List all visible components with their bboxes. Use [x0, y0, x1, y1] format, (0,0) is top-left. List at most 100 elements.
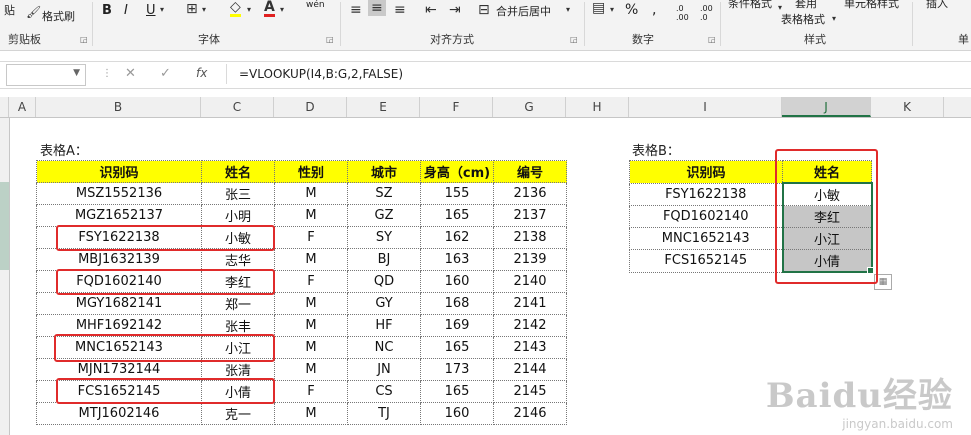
align-left-icon[interactable]: ≡ — [350, 2, 362, 18]
decrease-decimal-button[interactable]: .00 .0 — [700, 4, 720, 22]
table-a-cell[interactable]: 169 — [420, 314, 494, 337]
chevron-down-icon[interactable]: ▾ — [280, 5, 284, 14]
column-header-c[interactable]: C — [201, 97, 274, 117]
table-a-cell[interactable]: 165 — [420, 336, 494, 359]
table-a-cell[interactable]: M — [274, 336, 348, 359]
table-a-cell[interactable]: MSZ1552136 — [36, 182, 202, 205]
table-b-cell[interactable]: FQD1602140 — [629, 205, 783, 228]
select-all-corner[interactable] — [0, 97, 9, 117]
table-a-cell[interactable]: CS — [347, 380, 421, 403]
table-a-header-cell[interactable]: 姓名 — [201, 160, 275, 183]
table-a-cell[interactable]: 165 — [420, 204, 494, 227]
insert-function-button[interactable]: fx — [196, 66, 207, 80]
clipboard-launcher-icon[interactable]: ◲ — [80, 35, 88, 44]
table-a-cell[interactable]: TJ — [347, 402, 421, 425]
increase-indent-icon[interactable]: ⇥ — [449, 2, 461, 18]
currency-icon[interactable]: ▤ — [592, 0, 605, 16]
table-b-cell[interactable]: FSY1622138 — [629, 182, 783, 206]
table-a-cell[interactable]: 2143 — [493, 336, 567, 359]
table-a-header-cell[interactable]: 城市 — [347, 160, 421, 183]
table-b-cell[interactable]: FCS1652145 — [629, 249, 783, 273]
table-a-cell[interactable]: 2146 — [493, 402, 567, 425]
font-color-icon[interactable]: A — [264, 0, 275, 17]
table-a-cell[interactable]: NC — [347, 336, 421, 359]
table-a-cell[interactable]: M — [274, 182, 348, 205]
column-header-g[interactable]: G — [493, 97, 566, 117]
decrease-indent-icon[interactable]: ⇤ — [425, 2, 437, 18]
table-a-cell[interactable]: M — [274, 204, 348, 227]
table-a-cell[interactable]: SY — [347, 226, 421, 249]
table-a-cell[interactable]: 163 — [420, 248, 494, 271]
table-b-cell[interactable]: MNC1652143 — [629, 227, 783, 250]
table-a-cell[interactable]: 160 — [420, 402, 494, 425]
cancel-icon[interactable]: ✕ — [125, 66, 136, 81]
table-a-cell[interactable]: GY — [347, 292, 421, 315]
table-a-cell[interactable]: 2139 — [493, 248, 567, 271]
table-a-cell[interactable]: F — [274, 226, 348, 249]
formula-input[interactable]: =VLOOKUP(I4,B:G,2,FALSE) — [226, 64, 971, 84]
chevron-down-icon[interactable]: ▼ — [73, 68, 80, 78]
conditional-format-button[interactable]: 条件格式 — [728, 0, 772, 11]
worksheet-grid[interactable]: 表格A： 识别码 姓名 性别 城市 身高（cm) 编号 MSZ1552136 张三 M SZ 155… — [0, 118, 971, 435]
table-a-cell[interactable]: 2144 — [493, 358, 567, 381]
table-a-cell[interactable]: MGY1682141 — [36, 292, 202, 315]
table-a-cell[interactable]: M — [274, 248, 348, 271]
paste-button[interactable]: 贴 — [4, 2, 15, 18]
table-a-cell[interactable]: 2141 — [493, 292, 567, 315]
percent-button[interactable]: % — [625, 2, 638, 18]
phonetic-guide-button[interactable]: wén — [306, 0, 325, 10]
table-a-cell[interactable]: 2145 — [493, 380, 567, 403]
number-launcher-icon[interactable]: ◲ — [708, 35, 716, 44]
comma-button[interactable]: , — [652, 2, 656, 18]
table-a-cell[interactable]: 155 — [420, 182, 494, 205]
table-a-cell[interactable]: 165 — [420, 380, 494, 403]
table-a-cell[interactable]: M — [274, 402, 348, 425]
enter-check-icon[interactable]: ✓ — [160, 66, 171, 81]
fill-color-icon[interactable]: ◇ — [230, 0, 241, 17]
table-a-cell[interactable]: 173 — [420, 358, 494, 381]
table-a-cell[interactable]: JN — [347, 358, 421, 381]
table-a-cell[interactable]: 克一 — [201, 402, 275, 425]
table-b-header-cell[interactable]: 识别码 — [629, 160, 783, 184]
table-a-cell[interactable]: M — [274, 358, 348, 381]
bold-button[interactable]: B — [102, 3, 112, 18]
table-a-cell[interactable]: SZ — [347, 182, 421, 205]
column-header-f[interactable]: F — [420, 97, 493, 117]
table-a-cell[interactable]: 2138 — [493, 226, 567, 249]
table-a-header-cell[interactable]: 性别 — [274, 160, 348, 183]
merge-icon[interactable]: ⊟ — [478, 2, 490, 18]
table-a-cell[interactable]: 2136 — [493, 182, 567, 205]
cell-styles-button[interactable]: 单元格样式 — [844, 0, 899, 11]
table-a-header-cell[interactable]: 识别码 — [36, 160, 202, 183]
borders-icon[interactable]: ⊞ — [186, 1, 198, 17]
merge-center-button[interactable]: 合并后居中 — [496, 3, 551, 19]
column-header-d[interactable]: D — [274, 97, 347, 117]
chevron-down-icon[interactable]: ▾ — [247, 5, 251, 14]
table-a-cell[interactable]: 郑一 — [201, 292, 275, 315]
alignment-launcher-icon[interactable]: ◲ — [570, 35, 578, 44]
column-header-e[interactable]: E — [347, 97, 420, 117]
table-a-cell[interactable]: 160 — [420, 270, 494, 293]
chevron-down-icon[interactable]: ▾ — [202, 5, 206, 14]
table-a-cell[interactable]: 2142 — [493, 314, 567, 337]
table-a-cell[interactable]: F — [274, 270, 348, 293]
column-header-j[interactable]: J — [782, 97, 871, 117]
column-header-a[interactable]: A — [9, 97, 36, 117]
table-a-cell[interactable]: 162 — [420, 226, 494, 249]
column-header-b[interactable]: B — [36, 97, 201, 117]
table-a-header-cell[interactable]: 编号 — [493, 160, 567, 183]
column-header-k[interactable]: K — [871, 97, 944, 117]
format-as-table-button[interactable]: 套用 — [795, 0, 817, 11]
table-a-cell[interactable]: F — [274, 380, 348, 403]
table-a-cell[interactable]: 2140 — [493, 270, 567, 293]
italic-button[interactable]: I — [124, 3, 128, 18]
table-a-cell[interactable]: HF — [347, 314, 421, 337]
insert-button[interactable]: 插入 — [926, 0, 948, 11]
table-a-cell[interactable]: 志华 — [201, 248, 275, 271]
table-a-cell[interactable]: GZ — [347, 204, 421, 227]
table-a-cell[interactable]: 2137 — [493, 204, 567, 227]
table-a-cell[interactable]: MBJ1632139 — [36, 248, 202, 271]
chevron-down-icon[interactable]: ▾ — [566, 5, 570, 14]
table-a-cell[interactable]: M — [274, 292, 348, 315]
increase-decimal-button[interactable]: .0 .00 — [676, 4, 696, 22]
